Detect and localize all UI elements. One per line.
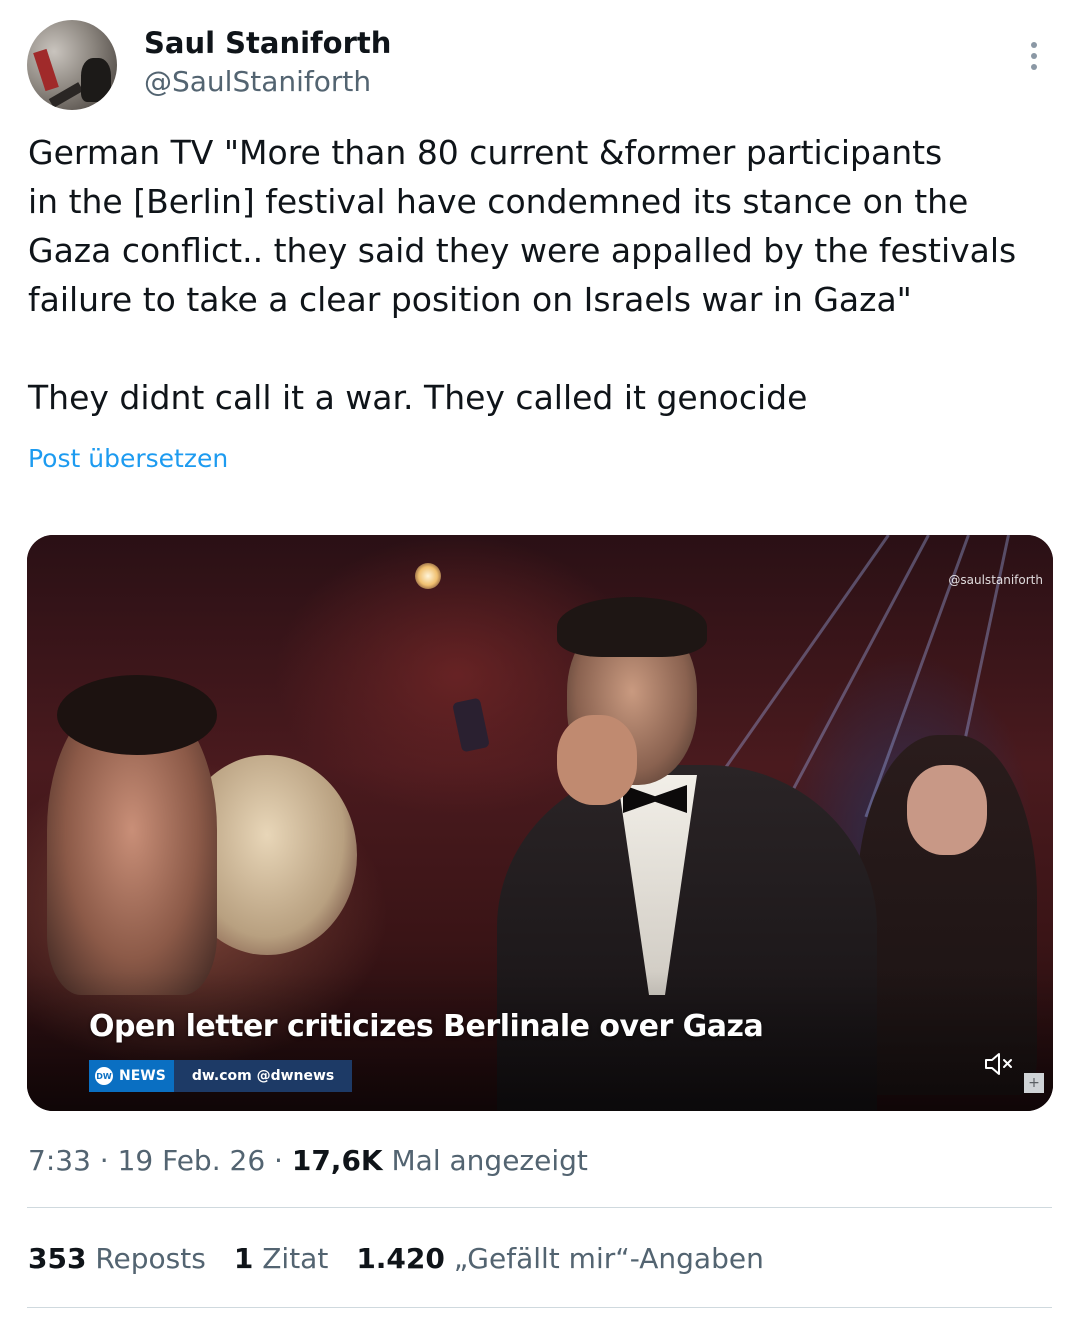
more-dot bbox=[1031, 64, 1037, 70]
tweet-line: German TV "More than 80 current &former … bbox=[28, 133, 943, 172]
dw-source-label: dw.com @dwnews bbox=[173, 1060, 353, 1092]
meta-separator: · bbox=[90, 1144, 118, 1177]
tweet-time[interactable]: 7:33 bbox=[28, 1144, 91, 1177]
meta-separator: · bbox=[265, 1144, 292, 1177]
more-dot bbox=[1031, 53, 1037, 59]
author-handle[interactable]: @SaulStaniforth bbox=[144, 64, 371, 100]
translate-link[interactable]: Post übersetzen bbox=[28, 442, 228, 476]
likes-stat[interactable]: 1.420 „Gefällt mir“-Angaben bbox=[356, 1239, 764, 1279]
view-count: 17,6K bbox=[291, 1144, 383, 1177]
author-name[interactable]: Saul Staniforth bbox=[144, 24, 391, 62]
crowd-face bbox=[907, 765, 987, 855]
tweet-date[interactable]: 19 Feb. 26 bbox=[118, 1144, 266, 1177]
reposts-stat[interactable]: 353 Reposts bbox=[28, 1239, 206, 1279]
crowd-hair bbox=[57, 675, 217, 755]
dw-news-label: NEWS bbox=[119, 1068, 166, 1084]
divider bbox=[27, 1307, 1052, 1308]
engagement-stats: 353 Reposts 1 Zitat 1.420 „Gefällt mir“-… bbox=[28, 1239, 792, 1279]
likes-count: 1.420 bbox=[356, 1242, 445, 1275]
expand-icon[interactable]: + bbox=[1024, 1073, 1044, 1093]
tweet-text: German TV "More than 80 current &former … bbox=[28, 128, 1063, 422]
quotes-count: 1 bbox=[233, 1242, 254, 1275]
man-hair bbox=[557, 597, 707, 657]
dw-news-badge: DW NEWS dw.com @dwnews bbox=[89, 1060, 353, 1092]
more-options-icon[interactable] bbox=[1018, 38, 1050, 74]
tweet-line: Gaza conflict.. they said they were appa… bbox=[28, 231, 1017, 270]
dw-logo-icon: DW bbox=[95, 1067, 113, 1085]
avatar-flag bbox=[33, 48, 59, 92]
quotes-label: Zitat bbox=[253, 1242, 329, 1275]
tweet-line: They didnt call it a war. They called it… bbox=[28, 378, 808, 417]
likes-label: „Gefällt mir“-Angaben bbox=[444, 1242, 764, 1275]
dw-logo: DW NEWS bbox=[89, 1060, 174, 1092]
video-watermark: @saulstaniforth bbox=[948, 573, 1043, 587]
view-label: Mal angezeigt bbox=[382, 1144, 588, 1177]
avatar[interactable] bbox=[27, 20, 117, 110]
reposts-count: 353 bbox=[28, 1242, 87, 1275]
more-dot bbox=[1031, 42, 1037, 48]
tweet-line: failure to take a clear position on Isra… bbox=[28, 280, 912, 319]
mute-icon[interactable] bbox=[983, 1051, 1015, 1077]
tweet-line bbox=[28, 324, 1063, 373]
street-light bbox=[415, 563, 441, 589]
avatar-figure bbox=[81, 58, 111, 102]
divider bbox=[27, 1207, 1052, 1208]
tweet-meta: 7:33 · 19 Feb. 26 · 17,6K Mal angezeigt bbox=[28, 1142, 588, 1180]
tweet-line: in the [Berlin] festival have condemned … bbox=[28, 182, 969, 221]
quotes-stat[interactable]: 1 Zitat bbox=[234, 1239, 328, 1279]
reposts-label: Reposts bbox=[86, 1242, 206, 1275]
man-hand bbox=[557, 715, 637, 805]
video-player[interactable]: @saulstaniforth Open letter criticizes B… bbox=[27, 535, 1053, 1111]
video-headline: Open letter criticizes Berlinale over Ga… bbox=[89, 1009, 764, 1044]
